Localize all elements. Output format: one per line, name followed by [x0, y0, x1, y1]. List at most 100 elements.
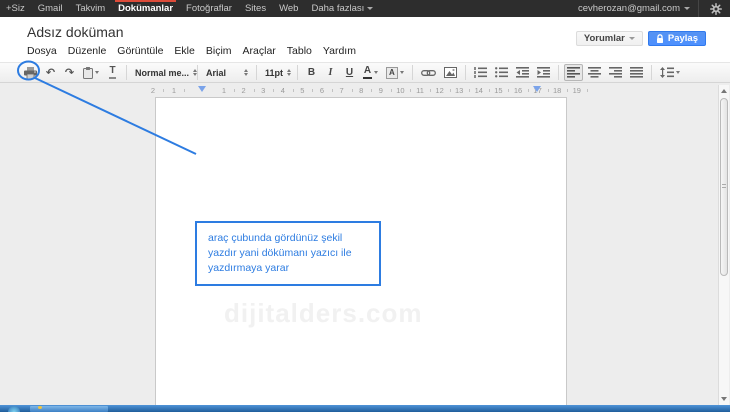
indent-icon	[537, 67, 550, 78]
redo-button[interactable]: ↷	[61, 64, 78, 81]
comments-button[interactable]: Yorumlar	[576, 31, 643, 46]
menu-tools[interactable]: Araçlar	[243, 45, 276, 57]
scroll-down-arrow[interactable]	[721, 397, 727, 401]
text-color-button[interactable]: A	[360, 64, 381, 81]
align-left-button[interactable]	[564, 64, 583, 81]
menu-view[interactable]: Görüntüle	[117, 45, 163, 57]
align-right-icon	[609, 67, 622, 78]
menubar: Dosya Düzenle Görüntüle Ekle Biçim Araçl…	[27, 45, 356, 57]
ruler-tick	[293, 89, 294, 92]
topbar-link-plus-you[interactable]: +Siz	[6, 0, 25, 17]
document-title[interactable]: Adsız doküman	[27, 24, 124, 40]
insert-link-button[interactable]	[418, 64, 439, 81]
menu-format[interactable]: Biçim	[206, 45, 232, 57]
vertical-scrollbar[interactable]	[718, 85, 729, 405]
scrollbar-thumb[interactable]	[720, 98, 728, 276]
settings-button[interactable]	[707, 0, 725, 17]
underline-icon: U	[346, 68, 353, 78]
font-size-dropdown[interactable]: 11pt	[261, 64, 293, 81]
ruler-tick	[184, 89, 185, 92]
start-button-icon[interactable]	[8, 406, 20, 412]
bold-button[interactable]: B	[303, 64, 320, 81]
ruler-tick	[371, 89, 372, 92]
styles-dropdown[interactable]: Normal me...	[131, 64, 193, 81]
italic-icon: I	[329, 68, 333, 78]
toolbar-separator	[465, 65, 466, 80]
align-right-button[interactable]	[606, 64, 625, 81]
ruler-number: 16	[514, 86, 522, 95]
indent-button[interactable]	[534, 64, 553, 81]
gear-icon	[710, 3, 722, 15]
menu-file[interactable]: Dosya	[27, 45, 57, 57]
undo-button[interactable]: ↶	[42, 64, 59, 81]
chevron-down-icon	[374, 71, 378, 74]
ruler-number: 1	[222, 86, 226, 95]
ruler-number: 3	[261, 86, 265, 95]
menu-edit[interactable]: Düzenle	[68, 45, 107, 57]
ruler-number: 1	[172, 86, 176, 95]
topbar-link-calendar[interactable]: Takvim	[76, 0, 106, 17]
insert-image-button[interactable]	[441, 64, 460, 81]
print-button[interactable]	[21, 64, 40, 81]
topbar-link-gmail[interactable]: Gmail	[38, 0, 63, 17]
ruler-tick	[489, 89, 490, 92]
annotation-callout-text: araç çubunda gördünüz şekil yazdır yani …	[208, 232, 352, 274]
paint-format-button[interactable]: T	[104, 64, 121, 81]
scroll-up-arrow[interactable]	[721, 89, 727, 93]
ruler[interactable]: 2112345678910111213141516171819	[143, 85, 588, 96]
lock-icon	[656, 34, 664, 44]
ruler-number: 15	[494, 86, 502, 95]
web-clipboard-icon	[83, 67, 93, 79]
font-size-value: 11pt	[265, 68, 283, 78]
ruler-tick	[391, 89, 392, 92]
chevron-down-icon	[400, 71, 404, 74]
bullet-list-button[interactable]	[492, 64, 511, 81]
windows-taskbar[interactable]	[0, 405, 730, 412]
toolbar-separator	[126, 65, 127, 80]
ruler-left-indent-marker[interactable]	[198, 86, 206, 92]
topbar-more-label: Daha fazlası	[311, 3, 364, 14]
align-center-icon	[588, 67, 601, 78]
chevron-down-icon	[367, 7, 373, 10]
menu-insert[interactable]: Ekle	[174, 45, 194, 57]
topbar-link-more[interactable]: Daha fazlası	[311, 0, 372, 17]
account-menu[interactable]: cevherozan@gmail.com	[578, 3, 690, 14]
toolbar-separator	[558, 65, 559, 80]
underline-button[interactable]: U	[341, 64, 358, 81]
bold-icon: B	[308, 68, 315, 78]
ruler-number: 6	[320, 86, 324, 95]
header-buttons: Yorumlar Paylaş	[576, 31, 706, 46]
ruler-tick	[254, 89, 255, 92]
line-spacing-button[interactable]	[657, 64, 683, 81]
topbar-link-photos[interactable]: Fotoğraflar	[186, 0, 232, 17]
topbar-link-documents[interactable]: Dokümanlar	[118, 0, 173, 17]
menu-table[interactable]: Tablo	[287, 45, 312, 57]
toolbar-separator	[651, 65, 652, 80]
topbar-divider	[698, 0, 699, 17]
ruler-number: 2	[151, 86, 155, 95]
ruler-number: 8	[359, 86, 363, 95]
web-clipboard-button[interactable]	[80, 64, 102, 81]
print-icon	[24, 67, 37, 79]
outdent-button[interactable]	[513, 64, 532, 81]
ruler-number: 4	[281, 86, 285, 95]
highlight-color-button[interactable]: A	[383, 64, 407, 81]
topbar-link-web[interactable]: Web	[279, 0, 298, 17]
annotation-callout: araç çubunda gördünüz şekil yazdır yani …	[195, 221, 381, 286]
numbered-list-button[interactable]	[471, 64, 490, 81]
toolbar-separator	[197, 65, 198, 80]
justify-button[interactable]	[627, 64, 646, 81]
italic-button[interactable]: I	[322, 64, 339, 81]
ruler-right-indent-marker[interactable]	[533, 86, 541, 92]
align-center-button[interactable]	[585, 64, 604, 81]
account-email: cevherozan@gmail.com	[578, 3, 680, 14]
align-left-icon	[567, 67, 580, 78]
justify-icon	[630, 67, 643, 78]
numbered-list-icon	[474, 67, 487, 78]
ruler-number: 9	[379, 86, 383, 95]
font-dropdown[interactable]: Arial	[202, 64, 252, 81]
ruler-number: 12	[435, 86, 443, 95]
share-button[interactable]: Paylaş	[648, 31, 706, 46]
menu-help[interactable]: Yardım	[323, 45, 356, 57]
topbar-link-sites[interactable]: Sites	[245, 0, 266, 17]
